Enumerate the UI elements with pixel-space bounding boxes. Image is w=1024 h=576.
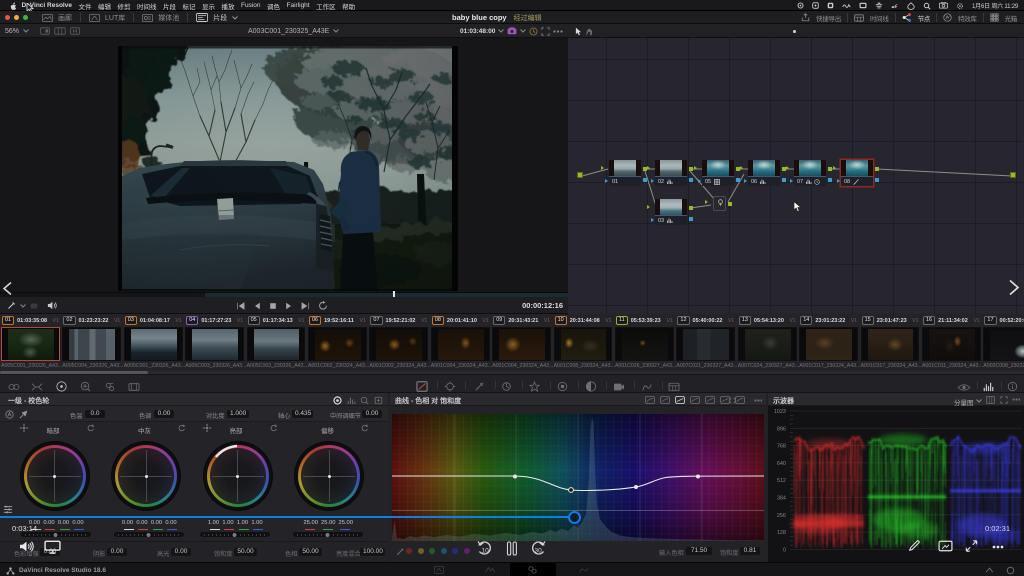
svg-text:384: 384	[777, 496, 786, 502]
svg-text:768: 768	[777, 444, 786, 450]
svg-text:0: 0	[783, 547, 786, 553]
svg-text:896: 896	[777, 426, 786, 432]
svg-text:640: 640	[777, 461, 786, 467]
svg-text:1023: 1023	[774, 409, 786, 415]
svg-text:512: 512	[777, 478, 786, 484]
svg-text:256: 256	[777, 513, 786, 519]
svg-text:128: 128	[777, 530, 786, 536]
